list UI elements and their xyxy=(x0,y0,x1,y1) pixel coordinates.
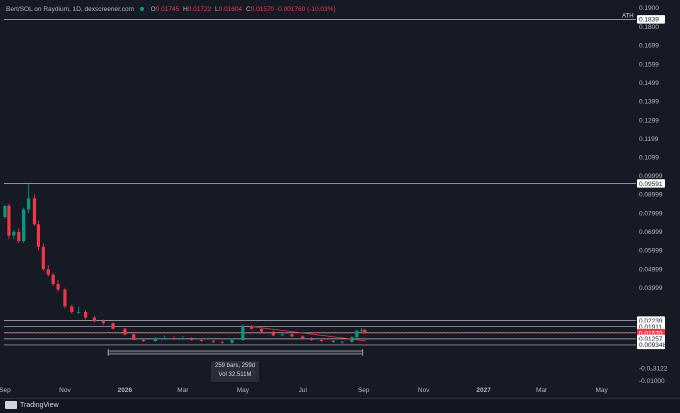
measure-bar xyxy=(107,350,364,355)
candle-body xyxy=(26,198,31,210)
chart-header: Bert/SOL on Raydium, 1D, dexscreener.com… xyxy=(6,6,336,13)
candle-body xyxy=(7,205,11,236)
price-tick-label: 0.1199 xyxy=(639,136,659,143)
candle-body xyxy=(172,338,176,340)
candle-body xyxy=(331,340,335,342)
symbol-title: Bert/SOL on Raydium, 1D, dexscreener.com xyxy=(6,6,135,13)
candle-body xyxy=(132,334,136,340)
candle-body xyxy=(22,209,26,242)
price-tick-label: 0.1399 xyxy=(639,99,659,106)
candle-body xyxy=(56,284,60,290)
candle-body xyxy=(12,231,16,236)
candle-body xyxy=(77,311,81,313)
candle-body xyxy=(319,339,324,341)
candle-body xyxy=(360,329,364,331)
candle-body xyxy=(36,224,41,247)
price-tick-label: -0.01000 xyxy=(639,378,665,385)
candle-body xyxy=(271,331,275,336)
price-tick-label: 0.06999 xyxy=(639,229,663,236)
price-tick-label: 0.1599 xyxy=(639,61,659,68)
price-tick-label: -0.0₀3122 xyxy=(639,365,668,372)
candle-body xyxy=(32,198,37,225)
candle-body xyxy=(83,311,88,318)
change-value: -0.001760 (-10.03%) xyxy=(275,6,336,13)
price-tick-label: 0.1299 xyxy=(639,117,659,124)
candle-body xyxy=(241,326,245,340)
price-tag-label: 0.1839 xyxy=(639,17,659,24)
time-tick-label: Mar xyxy=(177,387,189,394)
candle-body xyxy=(46,269,50,275)
candle-body xyxy=(220,341,224,343)
candle-body xyxy=(190,338,194,340)
candle-body xyxy=(123,328,127,335)
tradingview-logo[interactable]: TradingView xyxy=(5,401,59,409)
candle-body xyxy=(259,328,264,332)
time-tick-label: Sep xyxy=(0,387,11,394)
candle-body xyxy=(92,317,97,322)
price-tick-label: 0.04999 xyxy=(639,266,663,273)
time-tick-label: Nov xyxy=(418,387,430,394)
price-tick-label: 0.08999 xyxy=(639,192,663,199)
candle-body xyxy=(17,231,21,242)
candle-body xyxy=(199,339,204,341)
price-tick-label: 0.1800 xyxy=(639,24,659,31)
candle-body xyxy=(51,274,55,285)
candle-body xyxy=(250,326,254,329)
candle-body xyxy=(301,336,305,339)
measure-tooltip: 259 bars, 259d Vol 32.511M xyxy=(211,361,259,382)
candles xyxy=(3,183,367,344)
candle-body xyxy=(111,323,115,329)
candle-body xyxy=(363,329,367,334)
candle-body xyxy=(153,338,157,341)
candle-body xyxy=(280,334,284,336)
candle-body xyxy=(70,306,74,312)
candle-body xyxy=(310,338,314,340)
time-tick-label: May xyxy=(237,387,250,394)
open-value: 0.01745 xyxy=(155,6,180,13)
candle-body xyxy=(290,334,294,337)
price-tick-label: 0.1499 xyxy=(639,80,659,87)
price-tick-label: 0.05999 xyxy=(639,248,663,255)
close-value: 0.01570 xyxy=(250,6,275,13)
candle-body xyxy=(141,339,146,341)
ath-label: ATH xyxy=(622,13,634,19)
time-tick-label: May xyxy=(595,387,608,394)
candle-body xyxy=(211,340,215,342)
time-tick-label: 2026 xyxy=(118,387,133,394)
time-axis: Sep Nov 2026 Mar May Jul Sep Nov 2027 Mar May xyxy=(0,387,608,394)
time-tick-label: Sep xyxy=(358,387,370,394)
candle-body xyxy=(181,338,185,340)
price-tick-label: 0.1099 xyxy=(639,155,659,162)
measure-volume: Vol 32.511M xyxy=(218,372,252,378)
bars-count: 259 bars, 259d xyxy=(214,363,256,369)
candle-body xyxy=(162,338,166,339)
time-tick-label: Nov xyxy=(59,387,71,394)
candle-body xyxy=(3,205,7,217)
footer: TradingView xyxy=(0,398,680,413)
price-tick-label: 0.1699 xyxy=(639,43,659,50)
candle-body xyxy=(230,339,234,343)
price-chart[interactable]: 0.1900 0.1800 0.1699 0.1599 0.1499 0.1399 0.12… xyxy=(0,0,680,412)
price-tick-label: 0.1900 xyxy=(639,5,659,12)
high-value: 0.01722 xyxy=(187,6,212,13)
candle-body xyxy=(63,289,67,307)
price-tick-label: 0.03999 xyxy=(639,285,663,292)
price-tag-label: 0.009348 xyxy=(639,342,666,349)
tradingview-icon xyxy=(5,401,17,409)
horizontal-levels xyxy=(4,19,636,346)
price-tag-label: 0.09591 xyxy=(639,181,663,188)
date-range-measure xyxy=(107,349,364,356)
price-tick-label: 0.07999 xyxy=(639,210,663,217)
price-tick-label: 0.09999 xyxy=(639,173,663,180)
time-tick-label: Jul xyxy=(299,387,308,394)
live-dot-icon xyxy=(139,7,144,12)
candle-body xyxy=(101,321,105,324)
time-tick-label: Mar xyxy=(536,387,548,394)
candle-body xyxy=(41,246,45,270)
candle-body xyxy=(355,330,359,338)
time-tick-label: 2027 xyxy=(476,387,491,394)
brand-name: TradingView xyxy=(20,401,59,409)
low-value: 0.01604 xyxy=(218,6,243,13)
candle-body xyxy=(340,341,344,343)
